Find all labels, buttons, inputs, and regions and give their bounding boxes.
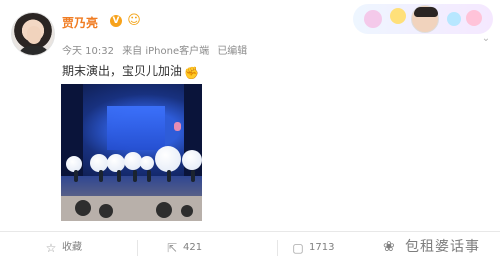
chevron-down-icon[interactable]: ⌄ <box>480 33 492 45</box>
post-meta: 今天 10:32 来自 iPhone客户端 已编辑 <box>62 42 252 57</box>
flexed-biceps-icon: ✊ <box>184 66 199 80</box>
post-photo[interactable] <box>61 84 202 221</box>
umbrella <box>155 146 181 172</box>
umbrella <box>140 156 154 170</box>
watermark: ❀ 包租婆话事 <box>383 236 480 256</box>
sticker-blue-bubble-icon <box>447 12 461 26</box>
favorite-button[interactable]: ☆ 收藏 <box>44 240 82 256</box>
audience-head <box>181 205 193 217</box>
action-separator <box>137 240 138 256</box>
action-separator <box>277 240 278 256</box>
watermark-text: 包租婆话事 <box>405 239 480 255</box>
audience-head <box>156 202 172 218</box>
dancer <box>117 170 121 182</box>
repost-button[interactable]: ⇱ 421 <box>165 240 202 256</box>
member-smile-icon: ☺ <box>127 13 141 28</box>
sticker-face-icon <box>411 5 439 33</box>
dancer <box>99 170 103 182</box>
umbrella <box>182 150 202 170</box>
verified-icon: V <box>110 15 122 27</box>
star-icon: ☆ <box>45 241 57 255</box>
dancer <box>191 170 195 182</box>
performer-figure <box>174 122 181 131</box>
wechat-official-account-icon: ❀ <box>383 239 396 255</box>
sticker-pink-bubble-icon <box>364 10 382 28</box>
repost-icon: ⇱ <box>166 241 178 255</box>
avatar-face <box>27 26 41 44</box>
comment-count: 1713 <box>309 242 335 253</box>
umbrella <box>107 154 125 172</box>
decorative-sticker-banner <box>353 4 493 34</box>
dancer <box>167 170 171 182</box>
action-bar-divider <box>0 231 500 232</box>
sticker-yellow-bubble-icon <box>390 8 406 24</box>
post-source[interactable]: 来自 iPhone客户端 <box>122 46 209 57</box>
repost-count: 421 <box>183 242 203 253</box>
stage-screen <box>107 106 165 150</box>
dancer <box>74 170 78 182</box>
post-text: 期末演出，宝贝儿加油 ✊ <box>62 62 199 80</box>
audience-head <box>99 204 113 218</box>
username[interactable]: 贾乃亮 <box>62 14 98 31</box>
post-edited-label: 已编辑 <box>217 46 248 57</box>
user-avatar[interactable] <box>11 12 55 56</box>
favorite-label: 收藏 <box>62 242 82 253</box>
avatar-shirt <box>18 46 50 55</box>
dancer <box>147 170 151 182</box>
comment-button[interactable]: ▢ 1713 <box>291 240 334 256</box>
post-text-content: 期末演出，宝贝儿加油 <box>62 64 183 78</box>
sticker-pink-heart-icon <box>466 10 482 26</box>
dancer <box>133 170 137 182</box>
post-time: 今天 10:32 <box>62 46 114 57</box>
audience-head <box>75 200 91 216</box>
weibo-post-card: 贾乃亮 V ☺ ⌄ 今天 10:32 来自 iPhone客户端 已编辑 期末演出… <box>0 0 500 262</box>
comment-icon: ▢ <box>292 241 304 255</box>
